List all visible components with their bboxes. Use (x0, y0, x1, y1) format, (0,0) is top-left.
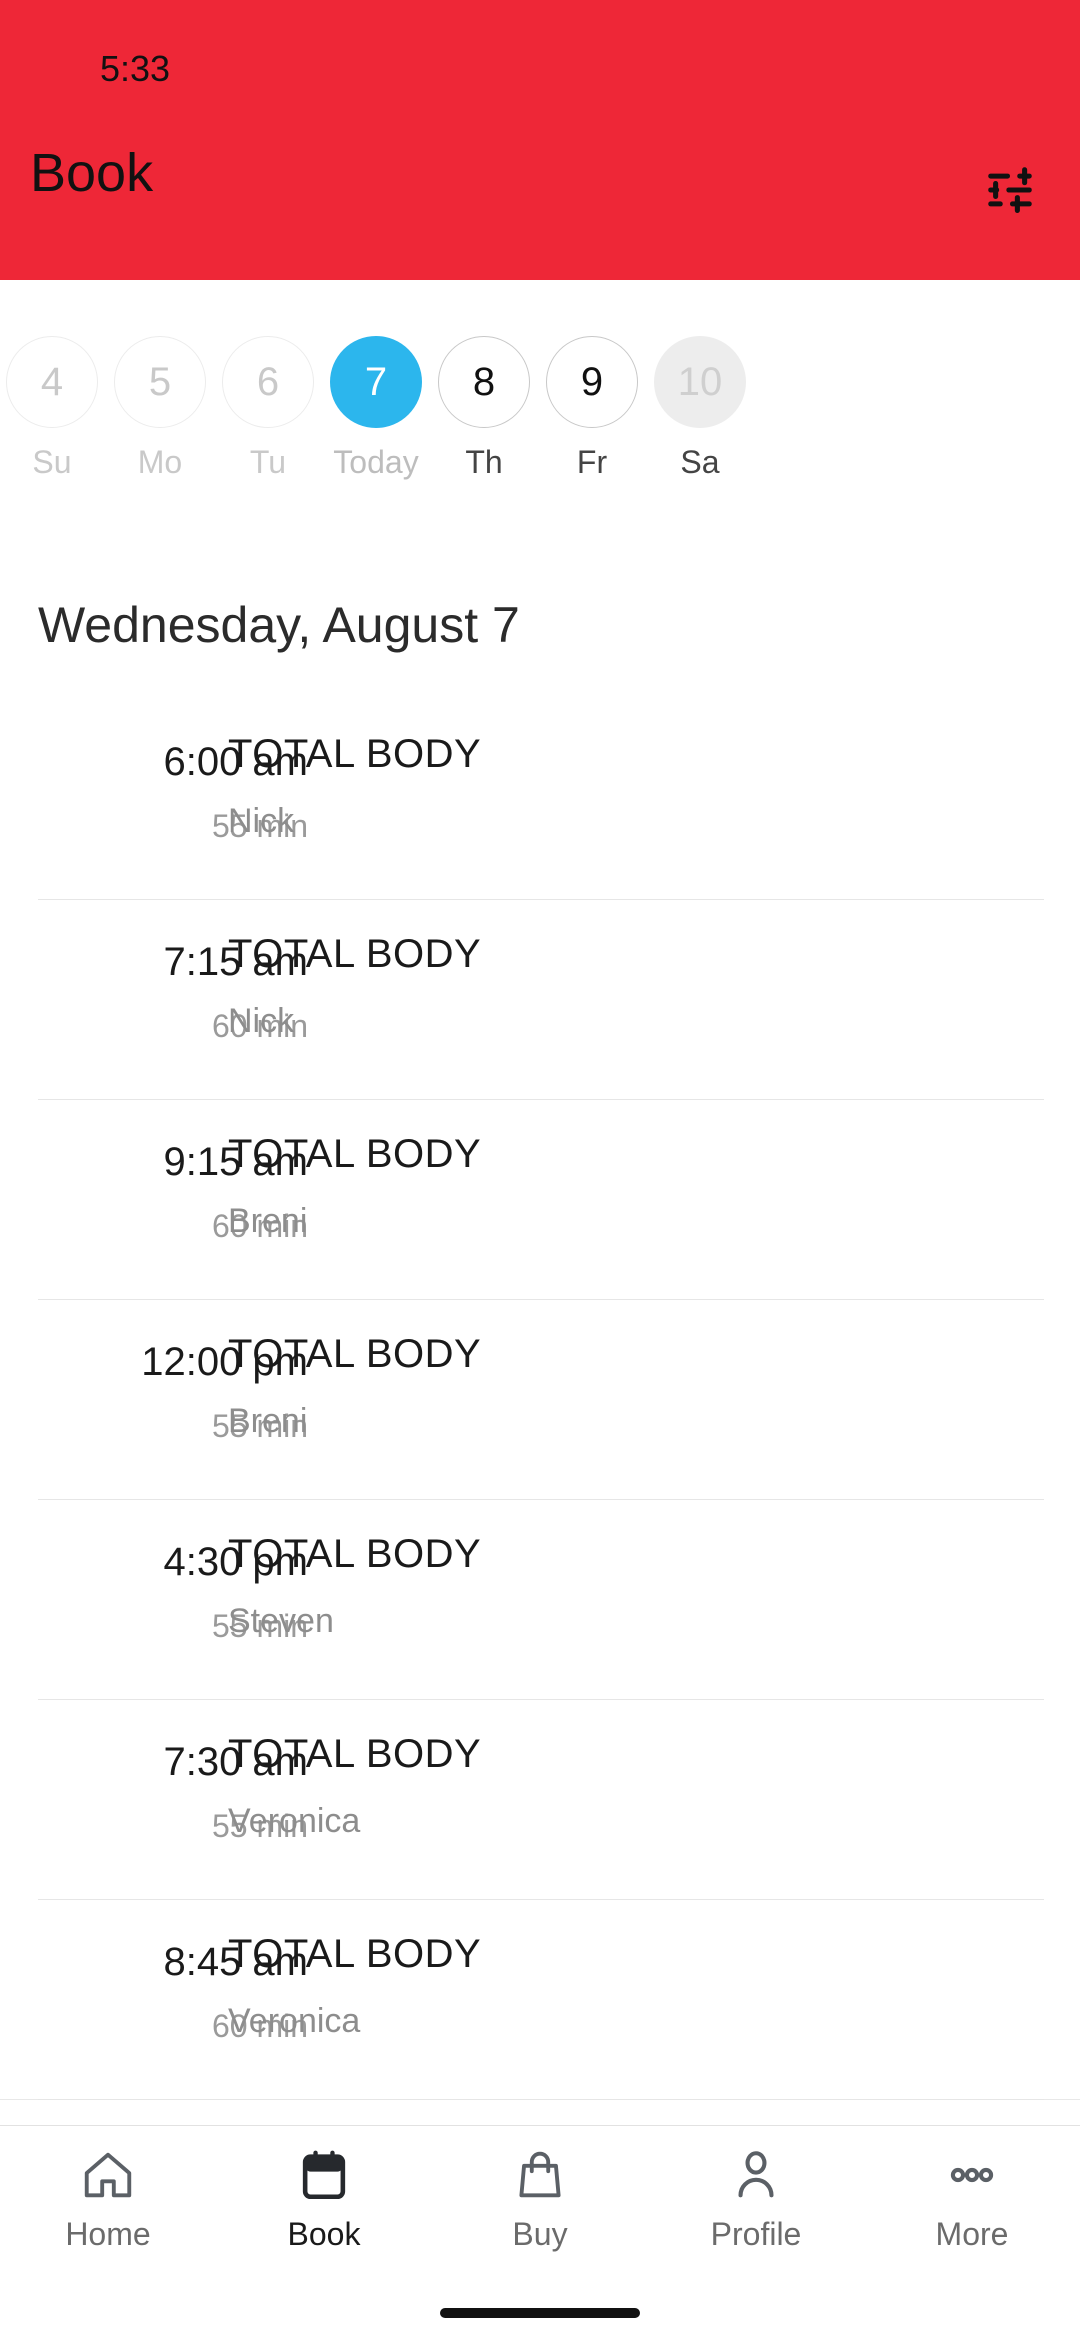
class-instructor: Nick (228, 1002, 295, 1040)
date-weekday-label: Tu (249, 444, 287, 480)
home-indicator (440, 2308, 640, 2318)
dots-icon (943, 2144, 1001, 2206)
nav-label: Profile (710, 2216, 802, 2252)
app-screen: 5:33 Book 4 Su 5 Mo 6 Tu 7 Today 8 Th 9 … (0, 0, 1080, 2340)
date-circle: 4 (6, 336, 98, 428)
date-item-5[interactable]: 5 Mo (108, 280, 212, 481)
class-instructor: Veronica (228, 2002, 361, 2040)
class-name: TOTAL BODY (228, 932, 482, 976)
nav-label: Home (65, 2216, 151, 2252)
date-strip[interactable]: 4 Su 5 Mo 6 Tu 7 Today 8 Th 9 Fr 10 Sa (0, 280, 1080, 580)
nav-tab-more[interactable]: More (864, 2144, 1080, 2253)
date-circle: 8 (438, 336, 530, 428)
person-icon (727, 2144, 785, 2206)
row-divider (38, 2099, 1044, 2100)
date-weekday-label: Su (32, 444, 72, 480)
class-list[interactable]: 6:00 am 55 min TOTAL BODY Nick 7:15 am 6… (0, 700, 1080, 2100)
date-weekday-label: Sa (680, 444, 720, 480)
bottom-navigation: Home Book Buy Profile More (0, 2125, 1080, 2340)
class-row[interactable]: 6:00 am 55 min TOTAL BODY Nick (0, 700, 1080, 900)
nav-tab-profile[interactable]: Profile (648, 2144, 864, 2253)
home-icon (79, 2144, 137, 2206)
class-instructor: Nick (228, 802, 295, 840)
date-weekday-label: Fr (576, 444, 608, 480)
class-name: TOTAL BODY (228, 732, 482, 776)
date-item-4[interactable]: 4 Su (0, 280, 104, 481)
bag-icon (511, 2144, 569, 2206)
nav-label: More (935, 2216, 1009, 2252)
class-row[interactable]: 7:30 am 55 min TOTAL BODY Veronica (0, 1700, 1080, 1900)
class-instructor: Veronica (228, 1802, 361, 1840)
date-item-6[interactable]: 6 Tu (216, 280, 320, 481)
nav-tab-home[interactable]: Home (0, 2144, 216, 2253)
class-row[interactable]: 7:15 am 60 min TOTAL BODY Nick (0, 900, 1080, 1100)
date-circle: 5 (114, 336, 206, 428)
class-row[interactable]: 9:15 am 60 min TOTAL BODY Breni (0, 1100, 1080, 1300)
app-header: 5:33 Book (0, 0, 1080, 280)
nav-tab-book[interactable]: Book (216, 2144, 432, 2253)
class-row[interactable]: 4:30 pm 55 min TOTAL BODY Steven (0, 1500, 1080, 1700)
date-weekday-label: Mo (137, 444, 183, 480)
date-circle: 9 (546, 336, 638, 428)
date-weekday-label: Th (465, 444, 503, 480)
app-bar: Book (0, 110, 1080, 280)
nav-label: Book (287, 2216, 361, 2252)
class-name: TOTAL BODY (228, 1732, 482, 1776)
selected-day-title: Wednesday, August 7 (38, 597, 520, 653)
class-row[interactable]: 8:45 am 60 min TOTAL BODY Veronica (0, 1900, 1080, 2100)
class-name: TOTAL BODY (228, 1532, 482, 1576)
class-name: TOTAL BODY (228, 1932, 482, 1976)
class-row[interactable]: 12:00 pm 55 min TOTAL BODY Breni (0, 1300, 1080, 1500)
tune-filter-icon (988, 167, 1032, 213)
date-circle: 10 (654, 336, 746, 428)
nav-label: Buy (512, 2216, 568, 2252)
calendar-icon (295, 2144, 353, 2206)
filter-button[interactable] (968, 148, 1052, 232)
class-instructor: Steven (228, 1602, 334, 1640)
date-weekday-label-today: Today (333, 444, 419, 480)
date-item-8[interactable]: 8 Th (432, 280, 536, 481)
class-name: TOTAL BODY (228, 1132, 482, 1176)
class-instructor: Breni (228, 1202, 308, 1240)
status-bar: 5:33 (0, 0, 1080, 110)
date-circle-selected: 7 (330, 336, 422, 428)
date-circle: 6 (222, 336, 314, 428)
class-instructor: Breni (228, 1402, 308, 1440)
nav-tab-buy[interactable]: Buy (432, 2144, 648, 2253)
page-title: Book (30, 143, 154, 203)
date-item-9[interactable]: 9 Fr (540, 280, 644, 481)
class-name: TOTAL BODY (228, 1332, 482, 1376)
date-item-7-today[interactable]: 7 Today (324, 280, 428, 481)
date-item-10[interactable]: 10 Sa (648, 280, 752, 481)
status-time: 5:33 (100, 48, 171, 89)
